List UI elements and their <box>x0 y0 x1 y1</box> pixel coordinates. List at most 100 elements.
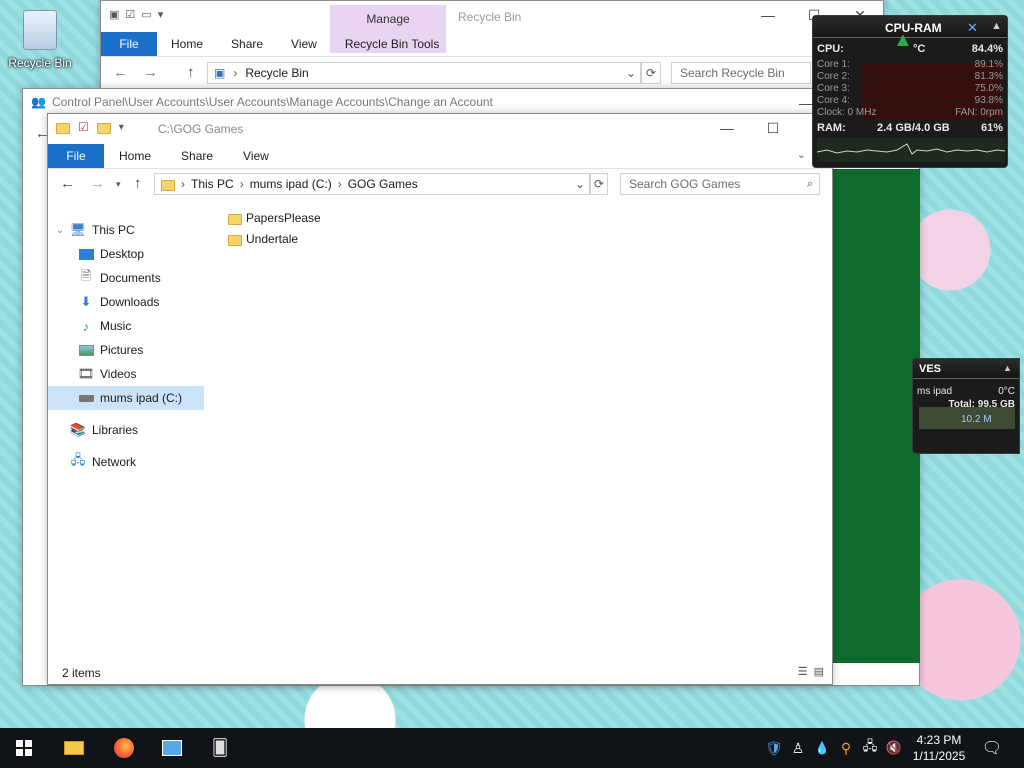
control-panel-icon[interactable] <box>160 736 184 760</box>
chevron-right-icon[interactable]: › <box>240 177 244 191</box>
nav-libraries[interactable]: 📚 Libraries <box>48 418 204 442</box>
status-bar-text: 2 items <box>62 666 101 680</box>
breadcrumb-drive[interactable]: mums ipad (C:) <box>250 177 332 191</box>
address-bar[interactable]: ▣ › Recycle Bin ⌄ <box>207 62 641 84</box>
list-item[interactable]: PapersPlease <box>228 208 321 228</box>
maximize-button[interactable]: ☐ <box>750 114 796 142</box>
documents-icon: 🗎 <box>80 268 92 283</box>
back-arrow-icon[interactable]: ← <box>60 175 75 192</box>
minimize-button[interactable]: — <box>704 114 750 142</box>
windows-start-icon[interactable] <box>12 736 36 760</box>
nav-documents[interactable]: 🗎 Documents <box>48 266 204 290</box>
properties-icon[interactable]: ☑ <box>78 120 89 134</box>
core-label: Core 2: <box>817 71 850 82</box>
desktop-icon <box>78 246 94 262</box>
address-bar[interactable]: › This PC › mums ipad (C:) › GOG Games ⌄ <box>154 173 590 195</box>
chevron-right-icon[interactable]: › <box>338 177 342 191</box>
ribbon-expand-icon[interactable]: ⌄ <box>797 148 806 161</box>
recent-locations-icon[interactable]: ▾ <box>116 179 121 190</box>
explorer-search-input[interactable]: Search GOG Games ⌕ <box>620 173 820 195</box>
refresh-button[interactable]: ⟳ <box>641 62 661 84</box>
properties-icon[interactable]: ☑ <box>125 8 135 21</box>
tray-users-icon[interactable]: ♙ <box>786 736 810 760</box>
list-item[interactable]: Undertale <box>228 229 298 249</box>
drive-name: ms ipad <box>917 386 953 397</box>
breadcrumb-this-pc[interactable]: This PC <box>191 177 234 191</box>
file-explorer-icon[interactable] <box>62 736 86 760</box>
ribbon-tabs: File Home Share View <box>48 144 832 168</box>
nav-music[interactable]: ♪ Music <box>48 314 204 338</box>
libraries-icon: 📚 <box>69 422 87 437</box>
tab-file[interactable]: File <box>48 144 104 168</box>
details-view-icon[interactable]: ☰ <box>798 665 808 678</box>
tab-share[interactable]: Share <box>217 32 277 56</box>
forward-arrow-icon[interactable]: → <box>90 175 105 192</box>
minimize-button[interactable]: — <box>745 1 791 29</box>
up-arrow-icon[interactable]: ↑ <box>134 175 142 192</box>
notifications-icon[interactable]: 🗨 <box>980 736 1004 760</box>
refresh-button[interactable]: ⟳ <box>590 173 608 195</box>
folder-icon <box>161 179 175 191</box>
tab-recycle-bin-tools[interactable]: Recycle Bin Tools <box>331 32 454 56</box>
tab-home[interactable]: Home <box>104 144 166 168</box>
music-icon: ♪ <box>82 318 90 334</box>
firefox-icon[interactable] <box>112 736 136 760</box>
tray-network-icon[interactable]: 🖧 <box>858 736 882 760</box>
tab-share[interactable]: Share <box>166 144 228 168</box>
nav-videos[interactable]: 🎞 Videos <box>48 362 204 386</box>
qat-dropdown-icon[interactable]: ▾ <box>158 8 164 21</box>
nav-drive-c[interactable]: mums ipad (C:) <box>48 386 204 410</box>
tray-search-icon[interactable]: ⚲ <box>834 736 858 760</box>
gadget-collapse-icon[interactable]: ▲ <box>991 20 1002 32</box>
recycle-search-input[interactable]: Search Recycle Bin <box>671 62 811 84</box>
gadget-collapse-icon[interactable]: ▲ <box>1003 363 1012 373</box>
large-icons-view-icon[interactable]: ▤ <box>814 665 824 678</box>
cpu-ram-gadget[interactable]: ▲ CPU-RAM ✕ ▲ CPU: °C 84.4% Core 1: 89.1… <box>812 15 1008 168</box>
breadcrumb-gog-games[interactable]: GOG Games <box>348 177 418 191</box>
tray-drop-icon[interactable]: 💧 <box>810 736 834 760</box>
core-row: Core 4: 93.8% <box>817 95 1003 106</box>
nav-pictures[interactable]: Pictures <box>48 338 204 362</box>
clock[interactable]: 4:23 PM 1/11/2025 <box>906 732 972 764</box>
tab-home[interactable]: Home <box>157 32 217 56</box>
folder-icon <box>228 213 242 225</box>
nav-network[interactable]: 🖧 Network <box>48 450 204 474</box>
newfolder-icon[interactable]: ▭ <box>141 8 151 21</box>
chevron-right-icon: › <box>181 177 185 191</box>
drive-icon <box>78 390 94 406</box>
tab-view[interactable]: View <box>228 144 284 168</box>
pictures-icon <box>78 342 94 358</box>
tab-view[interactable]: View <box>277 32 331 56</box>
recycle-bin-label: Recycle Bin <box>8 56 72 70</box>
qat: ▣ ☑ ▭ ▾ <box>109 8 163 21</box>
nav-this-pc[interactable]: ⌄ 🖥 This PC <box>48 218 204 242</box>
back-arrow-icon[interactable]: ← <box>113 64 128 81</box>
recycle-small-icon: ▣ <box>214 66 226 80</box>
address-text: Recycle Bin <box>245 66 309 80</box>
clock-date: 1/11/2025 <box>912 749 966 763</box>
up-arrow-icon[interactable]: ↑ <box>187 64 195 81</box>
nav-desktop[interactable]: Desktop <box>48 242 204 266</box>
ribbon-divider <box>101 56 883 57</box>
app-icon[interactable]: 🂠 <box>208 736 232 760</box>
expand-chevron-icon[interactable]: ⌄ <box>56 225 70 236</box>
forward-arrow-icon[interactable]: → <box>143 64 158 81</box>
chevron-down-icon[interactable]: ⌄ <box>575 177 585 191</box>
qat-dropdown-icon[interactable]: ▾ <box>119 122 124 133</box>
recycle-bin-desktop-icon[interactable]: Recycle Bin <box>4 6 76 76</box>
fan-text: FAN: 0rpm <box>955 107 1003 118</box>
volume-muted-icon[interactable]: 🔇 <box>882 736 906 760</box>
users-icon: 👥 <box>31 95 46 109</box>
gadget-settings-icon[interactable]: ✕ <box>967 20 978 36</box>
drives-gadget[interactable]: VES ▲ ms ipad 0°C Total: 99.5 GB 10.2 M <box>912 358 1020 454</box>
downloads-icon: ⬇ <box>80 294 92 309</box>
tab-file[interactable]: File <box>101 32 157 56</box>
new-folder-icon[interactable] <box>96 122 111 134</box>
explorer-window[interactable]: ☑ ▾ C:\GOG Games —☐✕ File Home Share Vie… <box>47 113 833 685</box>
gadget-title: CPU-RAM <box>885 21 942 35</box>
ribbon-tabs: File Home Share View Recycle Bin Tools <box>101 32 883 56</box>
cpu-temp: °C <box>913 43 926 55</box>
nav-downloads[interactable]: ⬇ Downloads <box>48 290 204 314</box>
defender-icon[interactable]: 🛡 <box>762 736 786 760</box>
chevron-down-icon[interactable]: ⌄ <box>626 66 636 80</box>
